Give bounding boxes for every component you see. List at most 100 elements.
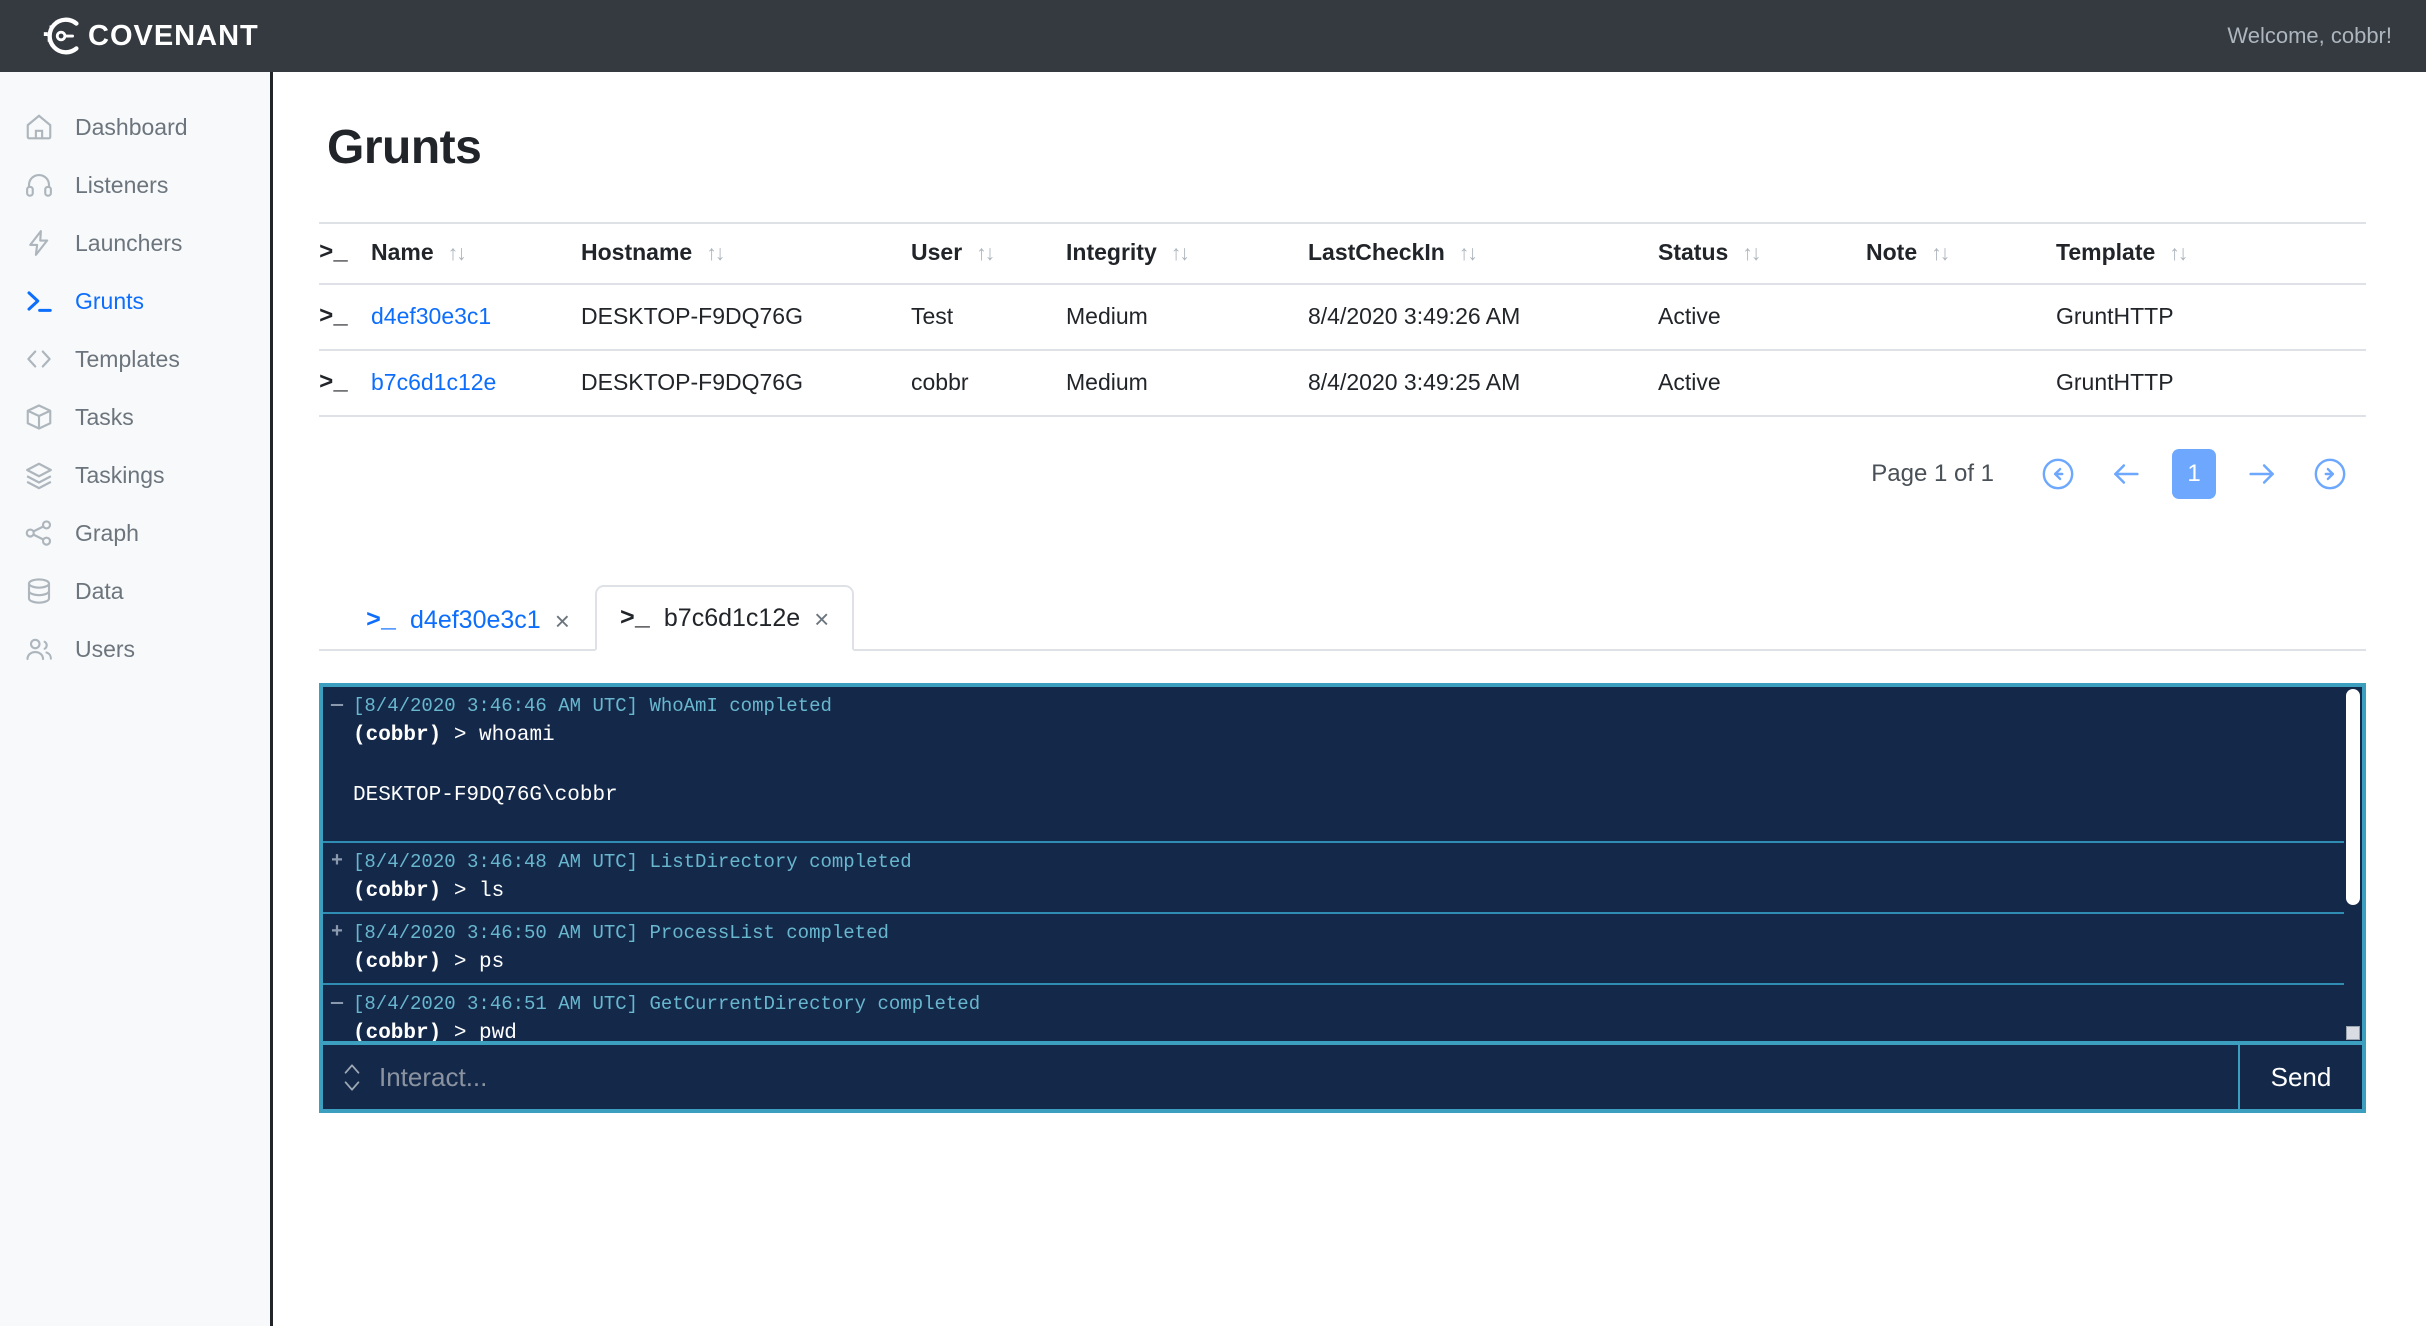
cell-note [1866,350,2056,417]
column-header-template: Template ↑↓ [2056,222,2366,285]
terminal-scrollbar-thumb[interactable] [2346,689,2360,905]
terminal-icon [22,285,55,318]
sort-toggle-user[interactable]: ↑↓ [976,242,995,265]
cell-status: Active [1658,350,1866,417]
grunt-name-link[interactable]: d4ef30e3c1 [371,303,491,329]
table-row[interactable]: >_ b7c6d1c12e DESKTOP-F9DQ76G cobbr Medi… [319,350,2366,417]
sidebar-item-grunts[interactable]: Grunts [0,272,270,330]
collapse-toggle-icon[interactable]: — [331,991,353,1017]
column-header-note: Note ↑↓ [1866,222,2056,285]
grunt-name-link[interactable]: b7c6d1c12e [371,369,496,395]
table-row[interactable]: >_ d4ef30e3c1 DESKTOP-F9DQ76G Test Mediu… [319,284,2366,351]
page-indicator: Page 1 of 1 [1871,460,1994,487]
terminal-scrollbar[interactable] [2344,687,2362,1041]
send-button[interactable]: Send [2238,1045,2362,1109]
close-icon[interactable]: × [814,606,829,632]
terminal-resize-grip[interactable] [2346,1026,2360,1040]
terminal-prompt: (cobbr) [353,880,442,903]
grunts-table: >_ Name ↑↓ Hostname ↑↓ User ↑↓ Integrity ↑↓ [319,222,2366,417]
terminal-output-text: DESKTOP-F9DQ76G\cobbr [353,784,618,807]
collapse-toggle-icon[interactable]: + [331,920,353,946]
terminal-scroll-region[interactable]: — [8/4/2020 3:46:46 AM UTC] WhoAmI compl… [323,687,2362,1041]
cell-user: Test [911,284,1066,351]
sort-toggle-template[interactable]: ↑↓ [2169,242,2188,265]
database-icon [22,575,55,608]
cell-hostname: DESKTOP-F9DQ76G [581,350,911,417]
sidebar-item-dashboard[interactable]: Dashboard [0,98,270,156]
sidebar-item-users[interactable]: Users [0,620,270,678]
terminal-entry-header[interactable]: + [8/4/2020 3:46:50 AM UTC] ProcessList … [323,914,2362,946]
close-icon[interactable]: × [555,608,570,634]
cell-name[interactable]: b7c6d1c12e [371,350,581,417]
up-down-chevron-icon[interactable] [341,1062,363,1093]
column-header-user: User ↑↓ [911,222,1066,285]
sidebar-item-label: Taskings [75,461,165,488]
sort-toggle-integrity[interactable]: ↑↓ [1171,242,1190,265]
pagination: Page 1 of 1 1 [319,449,2366,499]
brand-logo[interactable]: COVENANT [40,13,263,59]
sidebar-item-launchers[interactable]: Launchers [0,214,270,272]
cell-integrity: Medium [1066,350,1308,417]
terminal-entry-header[interactable]: — [8/4/2020 3:46:46 AM UTC] WhoAmI compl… [323,687,2362,719]
brand-text: COVENANT [88,19,259,52]
column-header-integrity: Integrity ↑↓ [1066,222,1308,285]
first-page-button[interactable] [2036,452,2080,496]
terminal-command: pwd [479,1022,517,1041]
cell-lastcheckin: 8/4/2020 3:49:26 AM [1308,284,1658,351]
terminal-entry: — [8/4/2020 3:46:46 AM UTC] WhoAmI compl… [323,687,2362,843]
terminal-entry-meta: [8/4/2020 3:46:50 AM UTC] ProcessList co… [353,922,889,944]
next-page-button[interactable] [2240,452,2284,496]
terminal-arrow: > [441,880,480,903]
interact-input[interactable] [379,1061,2238,1093]
table-body: >_ d4ef30e3c1 DESKTOP-F9DQ76G Test Mediu… [319,284,2366,417]
circle-arrow-right-icon [2314,458,2346,490]
sidebar-item-listeners[interactable]: Listeners [0,156,270,214]
collapse-toggle-icon[interactable]: + [331,849,353,875]
covenant-logo-icon [43,17,79,55]
terminal-prompt: (cobbr) [353,1022,442,1041]
last-page-button[interactable] [2308,452,2352,496]
page-number-button[interactable]: 1 [2172,449,2216,499]
page-title: Grunts [327,121,482,174]
column-header-name: Name ↑↓ [371,222,581,285]
terminal-command: ps [479,951,505,974]
column-header-icon: >_ [319,222,371,285]
terminal-output-panel: — [8/4/2020 3:46:46 AM UTC] WhoAmI compl… [319,683,2366,1045]
cell-user: cobbr [911,350,1066,417]
sort-toggle-note[interactable]: ↑↓ [1931,242,1950,265]
sidebar-item-label: Launchers [75,229,183,256]
cell-name[interactable]: d4ef30e3c1 [371,284,581,351]
sidebar: Dashboard Listeners Launchers Grunts Tem… [0,72,273,1326]
table-header-row: >_ Name ↑↓ Hostname ↑↓ User ↑↓ Integrity ↑↓ [319,222,2366,285]
sidebar-item-data[interactable]: Data [0,562,270,620]
bolt-icon [22,227,55,260]
row-terminal-icon-cell[interactable]: >_ [319,284,371,351]
home-icon [22,111,55,144]
terminal-glyph-icon: >_ [319,240,348,267]
terminal-prompt: (cobbr) [353,951,442,974]
cell-lastcheckin: 8/4/2020 3:49:25 AM [1308,350,1658,417]
terminal-glyph-icon: >_ [319,304,348,331]
circle-arrow-left-icon [2042,458,2074,490]
terminal-entry-header[interactable]: + [8/4/2020 3:46:48 AM UTC] ListDirector… [323,843,2362,875]
row-terminal-icon-cell[interactable]: >_ [319,350,371,417]
previous-page-button[interactable] [2104,452,2148,496]
terminal-command-line: (cobbr) > ls [323,875,2362,912]
sidebar-item-graph[interactable]: Graph [0,504,270,562]
tab-d4ef30e3c1[interactable]: >_ d4ef30e3c1 × [341,587,595,651]
tab-b7c6d1c12e[interactable]: >_ b7c6d1c12e × [594,585,855,651]
terminal-glyph-icon: >_ [619,604,650,633]
sort-toggle-lastcheckin[interactable]: ↑↓ [1459,242,1478,265]
sidebar-item-templates[interactable]: Templates [0,330,270,388]
sidebar-item-tasks[interactable]: Tasks [0,388,270,446]
terminal-entry-header[interactable]: — [8/4/2020 3:46:51 AM UTC] GetCurrentDi… [323,985,2362,1017]
terminal-arrow: > [441,1022,480,1041]
app-root: COVENANT Welcome, cobbr! Dashboard Liste… [0,0,2426,1326]
sort-toggle-hostname[interactable]: ↑↓ [706,242,725,265]
sort-toggle-name[interactable]: ↑↓ [448,242,467,265]
table-header: >_ Name ↑↓ Hostname ↑↓ User ↑↓ Integrity ↑↓ [319,222,2366,285]
sidebar-item-taskings[interactable]: Taskings [0,446,270,504]
collapse-toggle-icon[interactable]: — [331,693,353,719]
terminal-prompt: (cobbr) [353,724,442,747]
sort-toggle-status[interactable]: ↑↓ [1742,242,1761,265]
